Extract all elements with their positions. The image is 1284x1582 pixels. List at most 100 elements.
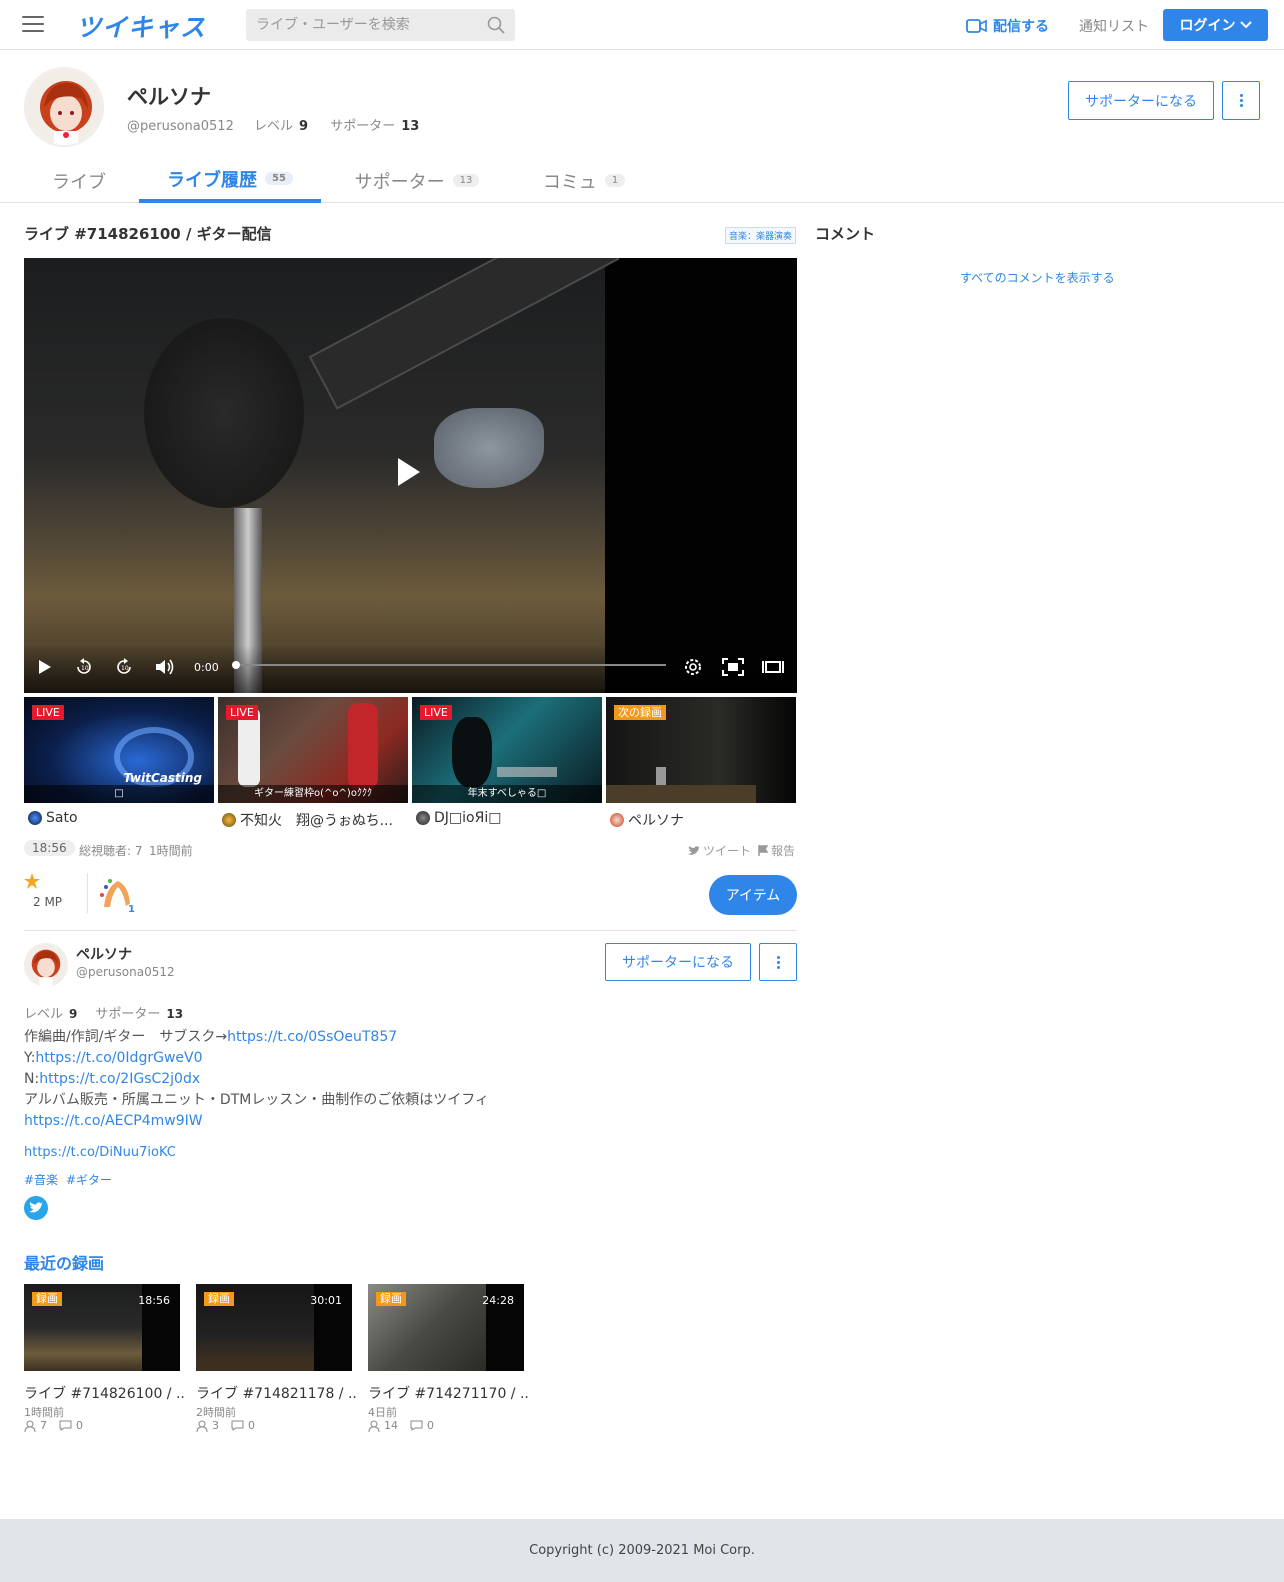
show-all-comments-link[interactable]: すべてのコメントを表示する <box>960 269 1115 286</box>
fullscreen-icon[interactable] <box>722 658 744 676</box>
item-button[interactable]: アイテム <box>709 875 797 915</box>
tab-community[interactable]: コミュ 1 <box>542 158 626 203</box>
recording-duration: 24:28 <box>482 1294 514 1307</box>
tab-live[interactable]: ライブ <box>52 158 106 203</box>
bio-link[interactable]: https://t.co/0IdgrGweV0 <box>35 1050 202 1066</box>
recording-duration: 18:56 <box>138 1294 170 1307</box>
bio-link[interactable]: https://t.co/2IGsC2j0dx <box>39 1071 200 1087</box>
owner-name[interactable]: ペルソナ <box>76 944 132 964</box>
play-icon[interactable] <box>38 659 52 675</box>
category-badge[interactable]: 音楽：楽器演奏 <box>725 227 797 244</box>
recording-thumb[interactable]: 録画 24:28 <box>368 1284 524 1371</box>
related-user-name: 不知火 翔@うぉぬち... <box>240 813 393 829</box>
profile-meta: @perusona0512 レベル 9 サポーター 13 <box>127 115 437 134</box>
tweet-label: ツイート <box>703 844 752 858</box>
comment-icon <box>59 1420 72 1431</box>
theater-mode-icon[interactable] <box>762 660 784 674</box>
bio-text: N: <box>24 1071 40 1087</box>
volume-icon[interactable] <box>154 657 176 677</box>
related-user[interactable]: 不知火 翔@うぉぬち... <box>222 810 393 830</box>
recording-stats: 3 0 <box>196 1419 255 1432</box>
divider <box>87 873 88 913</box>
related-live-thumb[interactable]: LIVE 年末すべしゃる□ <box>412 697 602 803</box>
tab-community-label: コミュ <box>542 171 597 193</box>
next-recording-thumb[interactable]: 次の録画 <box>606 697 796 803</box>
hashtag-link[interactable]: #ギター <box>66 1171 112 1188</box>
related-user[interactable]: ペルソナ <box>610 810 684 830</box>
video-progress-bar[interactable] <box>232 661 666 669</box>
recent-recordings-heading: 最近の録画 <box>24 1254 105 1273</box>
play-overlay-icon[interactable] <box>398 458 420 486</box>
logo[interactable]: ツイキャス <box>76 8 206 44</box>
owner-more-button[interactable] <box>759 943 797 981</box>
search-input[interactable] <box>246 9 466 41</box>
recording-viewers: 14 <box>384 1419 398 1432</box>
related-live-thumb[interactable]: TwitCasting LIVE □ <box>24 697 214 803</box>
owner-become-supporter-button[interactable]: サポーターになる <box>605 943 751 981</box>
recording-title[interactable]: ライブ #714271170 / ... <box>368 1383 528 1403</box>
recording-title[interactable]: ライブ #714826100 / ... <box>24 1383 184 1403</box>
twitter-account-button[interactable] <box>24 1196 48 1220</box>
forward-10-icon[interactable]: 10 <box>114 657 134 677</box>
become-supporter-button[interactable]: サポーターになる <box>1068 81 1214 120</box>
search-icon[interactable] <box>487 16 505 34</box>
owner-bio: 作編曲/作詞/ギター サブスク→https://t.co/0SsOeuT857 … <box>24 1027 804 1132</box>
recording-duration: 30:01 <box>310 1294 342 1307</box>
comment-icon <box>231 1420 244 1431</box>
owner-supporter-count: 13 <box>166 1007 184 1021</box>
more-options-button[interactable] <box>1222 81 1260 120</box>
hashtag-link[interactable]: #音楽 <box>24 1171 58 1188</box>
profile-avatar[interactable] <box>24 67 104 147</box>
copyright-text: Copyright (c) 2009-2021 Moi Corp. <box>529 1543 755 1558</box>
tab-supporters-count: 13 <box>452 174 480 187</box>
progress-handle[interactable] <box>232 661 240 669</box>
owner-level-value: 9 <box>69 1007 78 1021</box>
svg-text:10: 10 <box>81 665 89 672</box>
footer: Copyright (c) 2009-2021 Moi Corp. <box>0 1519 1284 1582</box>
video-frame <box>24 258 620 693</box>
camera-icon <box>966 19 987 33</box>
recording-title[interactable]: ライブ #714821178 / ... <box>196 1383 356 1403</box>
recording-viewers: 7 <box>40 1419 47 1432</box>
settings-gear-icon[interactable] <box>682 656 704 678</box>
item-gift[interactable]: 1 <box>96 873 138 915</box>
related-user[interactable]: DJ□ioЯi□ <box>416 810 501 826</box>
video-time: 0:00 <box>194 661 219 674</box>
mp-counter[interactable]: 2 MP <box>24 873 62 909</box>
recording-thumb[interactable]: 録画 30:01 <box>196 1284 352 1371</box>
rewind-10-icon[interactable]: 10 <box>74 657 94 677</box>
login-button[interactable]: ログイン <box>1163 9 1268 41</box>
bio-text: 作編曲/作詞/ギター サブスク→ <box>24 1029 228 1045</box>
profile-link[interactable]: https://t.co/DiNuu7ioKC <box>24 1145 176 1160</box>
user-avatar <box>28 811 42 825</box>
tab-live-history[interactable]: ライブ履歴 55 <box>139 158 321 203</box>
broadcast-link[interactable]: 配信する <box>966 16 1049 36</box>
tab-supporters-label: サポーター <box>354 171 445 193</box>
notify-list-link[interactable]: 通知リスト <box>1079 16 1149 36</box>
recording-badge: 録画 <box>32 1292 62 1306</box>
recording-stats: 7 0 <box>24 1419 83 1432</box>
search-box[interactable] <box>246 9 515 41</box>
report-label: 報告 <box>771 844 796 858</box>
owner-level-label: レベル <box>24 1007 64 1022</box>
bio-link[interactable]: https://t.co/0SsOeuT857 <box>227 1029 397 1045</box>
recording-ago: 1時間前 <box>24 1406 64 1419</box>
related-live-thumb[interactable]: LIVE ギター練習枠o(^o^)oｸｸｸ <box>218 697 408 803</box>
tweet-link[interactable]: ツイート <box>688 842 751 859</box>
item-count: 1 <box>125 904 138 915</box>
video-player[interactable]: 10 10 0:00 <box>24 258 797 693</box>
bio-link[interactable]: https://t.co/AECP4mw9IW <box>24 1113 203 1129</box>
recording-thumb[interactable]: 録画 18:56 <box>24 1284 180 1371</box>
related-user[interactable]: Sato <box>28 810 78 826</box>
owner-avatar[interactable] <box>24 943 68 987</box>
recording-badge: 録画 <box>204 1292 234 1306</box>
tab-supporters[interactable]: サポーター 13 <box>354 158 480 203</box>
divider <box>24 930 797 931</box>
mp-value: 2 MP <box>33 895 63 909</box>
login-label: ログイン <box>1179 18 1236 34</box>
thumb-caption: 年末すべしゃる□ <box>412 785 602 803</box>
recording-badge: 録画 <box>376 1292 406 1306</box>
report-link[interactable]: 報告 <box>758 842 795 859</box>
menu-icon[interactable] <box>22 16 44 34</box>
related-user-name: DJ□ioЯi□ <box>434 810 502 826</box>
